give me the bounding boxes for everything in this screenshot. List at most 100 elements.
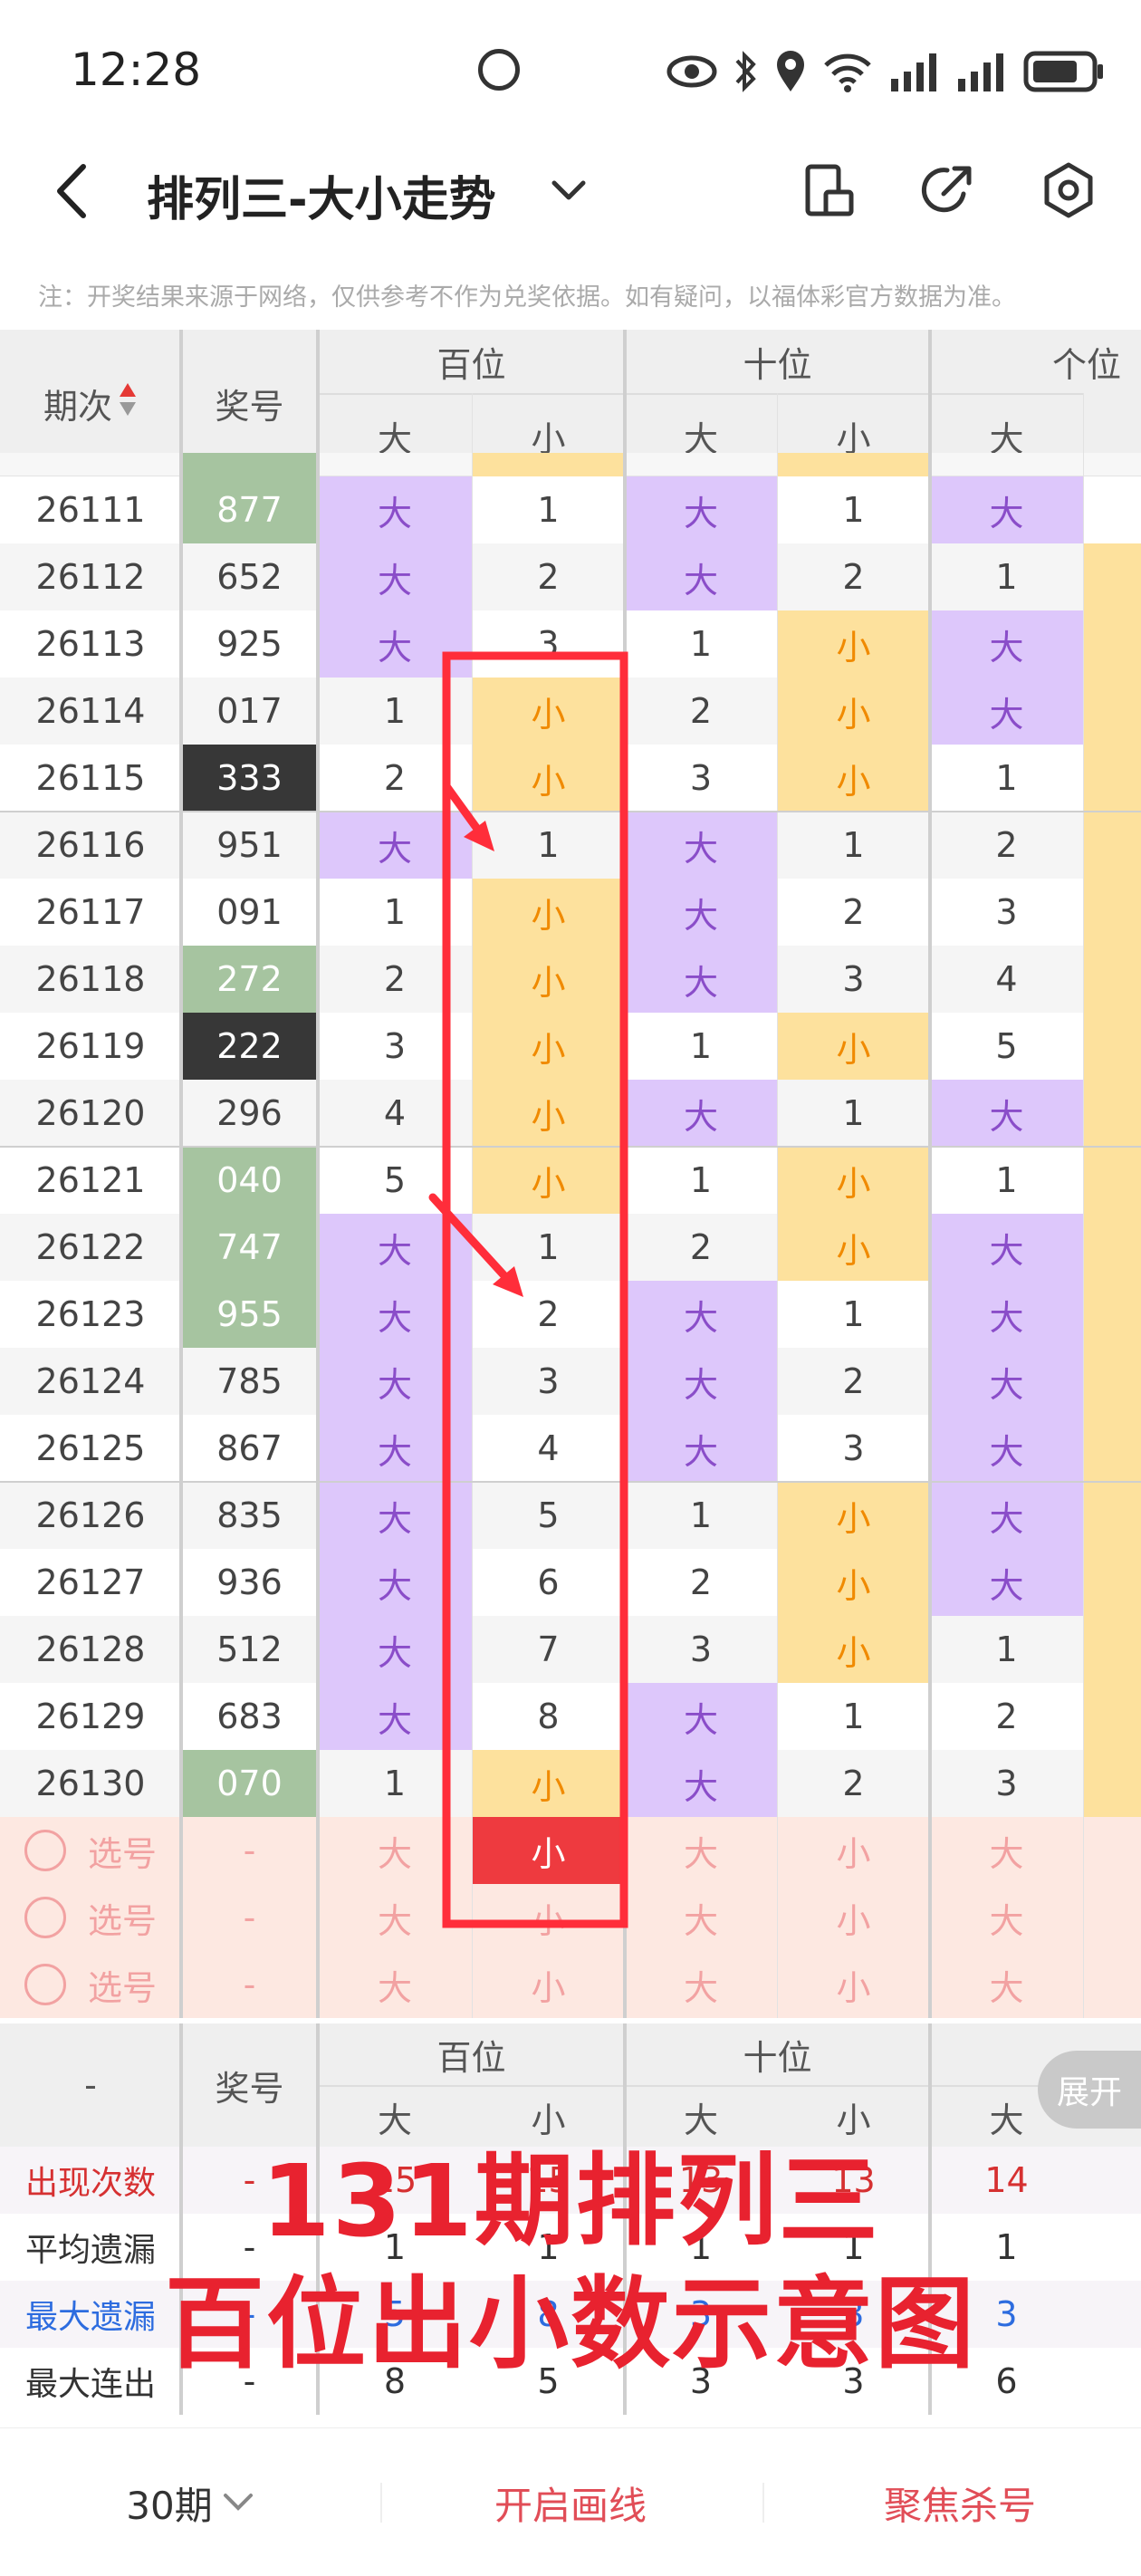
title-bar: 排列三-大小走势 — [0, 136, 1141, 245]
trend-cell: 3 — [383, 1026, 407, 1066]
radio-circle-icon — [24, 1964, 66, 2005]
pick-cell[interactable]: 大 — [318, 1884, 472, 1951]
hidden-column-cell — [1083, 1549, 1141, 1616]
period-cell: 26130 — [35, 1764, 146, 1803]
trend-cell: 大 — [625, 812, 777, 879]
col-header-period-label: 期次 — [43, 386, 112, 427]
trend-cell: 3 — [689, 1629, 713, 1669]
trend-cell: 7 — [537, 1629, 560, 1669]
partial-small-cell — [472, 453, 625, 476]
hidden-column-cell — [1083, 476, 1141, 543]
trend-cell: 大 — [318, 476, 472, 543]
trend-cell: 8 — [537, 1697, 560, 1736]
expand-button[interactable]: 展开 — [1038, 2051, 1141, 2129]
trend-cell: 大 — [318, 1348, 472, 1415]
pick-cell[interactable]: 小 — [777, 1884, 930, 1951]
trend-cell: 小 — [472, 1080, 625, 1147]
number-cell: 951 — [216, 825, 283, 865]
trend-cell: 小 — [472, 745, 625, 812]
pick-radio[interactable]: 选号 — [0, 1817, 181, 1884]
share-icon[interactable] — [920, 163, 974, 217]
trend-cell: 1 — [842, 490, 865, 530]
number-cell: 867 — [216, 1428, 283, 1468]
trend-cell: 大 — [625, 543, 777, 610]
screen-rotate-icon[interactable] — [804, 163, 855, 217]
trend-cell: 1 — [995, 758, 1018, 798]
trend-cell: 大 — [930, 1348, 1083, 1415]
number-cell: 877 — [181, 476, 318, 543]
pick-label: 选号 — [87, 1967, 157, 2008]
trend-cell: 1 — [842, 1093, 865, 1133]
settings-icon[interactable] — [1041, 161, 1096, 219]
status-bar: 12:28 — [0, 0, 1141, 145]
group-separator — [0, 1481, 1141, 1483]
trend-cell: 1 — [842, 825, 865, 865]
number-cell: 040 — [181, 1147, 318, 1214]
trend-cell: 3 — [995, 892, 1018, 932]
pick-radio[interactable]: 选号 — [0, 1951, 181, 2018]
period-cell: 26123 — [35, 1294, 146, 1334]
pick-cell[interactable]: 大 — [930, 1817, 1083, 1884]
column-divider — [1083, 393, 1084, 2018]
trend-cell: 小 — [472, 1750, 625, 1817]
period-cell: 26119 — [35, 1026, 146, 1066]
pick-cell[interactable]: 小 — [777, 1817, 930, 1884]
page-title: 排列三-大小走势 — [147, 173, 496, 227]
trend-cell: 5 — [995, 1026, 1018, 1066]
pick-cell[interactable]: 大 — [318, 1951, 472, 2018]
hidden-column-cell — [1083, 1013, 1141, 1080]
column-divider — [179, 330, 183, 2018]
pick-radio[interactable]: 选号 — [0, 1884, 181, 1951]
radio-circle-icon — [24, 1830, 66, 1871]
trend-cell: 1 — [689, 1026, 713, 1066]
trend-cell: 1 — [383, 691, 407, 731]
period-cell: 26115 — [35, 758, 146, 798]
hidden-column-cell — [1083, 678, 1141, 745]
pick-cell[interactable]: 大 — [625, 1884, 777, 1951]
trend-cell: 大 — [930, 1549, 1083, 1616]
trend-cell: 大 — [625, 476, 777, 543]
trend-cell: 大 — [930, 1214, 1083, 1281]
trend-cell: 大 — [625, 1281, 777, 1348]
hidden-column-cell — [1083, 1080, 1141, 1147]
pick-cell[interactable]: 小 — [472, 1951, 625, 2018]
pick-label: 选号 — [87, 1833, 157, 1874]
pick-cell-selected[interactable]: 小 — [472, 1817, 625, 1884]
divider — [380, 2483, 382, 2523]
pick-cell[interactable]: 大 — [625, 1951, 777, 2018]
period-cell: 26125 — [35, 1428, 146, 1468]
period-cell: 26114 — [35, 691, 146, 731]
pick-cell[interactable]: 大 — [625, 1817, 777, 1884]
trend-cell: 1 — [383, 892, 407, 932]
pick-cell[interactable]: 小 — [472, 1884, 625, 1951]
trend-cell: 2 — [995, 825, 1018, 865]
pick-cell[interactable]: 大 — [930, 1951, 1083, 2018]
number-cell: 333 — [181, 745, 318, 812]
trend-cell: 大 — [318, 1482, 472, 1549]
focus-kill-button[interactable]: 聚焦杀号 — [815, 2428, 1105, 2576]
hidden-column-cell — [1083, 1750, 1141, 1817]
trend-cell: 小 — [777, 1549, 930, 1616]
trend-cell: 2 — [689, 1562, 713, 1602]
back-arrow-icon[interactable] — [54, 163, 91, 219]
trend-cell: 1 — [995, 1629, 1018, 1669]
trend-cell: 3 — [995, 1764, 1018, 1803]
draw-line-button[interactable]: 开启画线 — [435, 2428, 706, 2576]
pick-dash: - — [243, 1898, 256, 1937]
pick-cell[interactable]: 小 — [777, 1951, 930, 2018]
trend-cell: 1 — [689, 1495, 713, 1535]
status-icons — [666, 40, 1105, 103]
pick-cell[interactable]: 大 — [318, 1817, 472, 1884]
number-cell: 070 — [181, 1750, 318, 1817]
pick-cell[interactable]: 大 — [930, 1884, 1083, 1951]
trend-cell: 3 — [689, 758, 713, 798]
trend-cell: 1 — [537, 490, 560, 530]
hidden-column-cell — [1083, 879, 1141, 946]
period-cell: 26120 — [35, 1093, 146, 1133]
period-select[interactable]: 30期 — [82, 2428, 299, 2576]
hidden-column-cell — [1083, 1281, 1141, 1348]
footer-tens-header: 十位 — [743, 2037, 812, 2078]
trend-cell: 大 — [318, 1683, 472, 1750]
chevron-down-icon[interactable] — [551, 178, 587, 203]
trend-cell: 5 — [537, 1495, 560, 1535]
